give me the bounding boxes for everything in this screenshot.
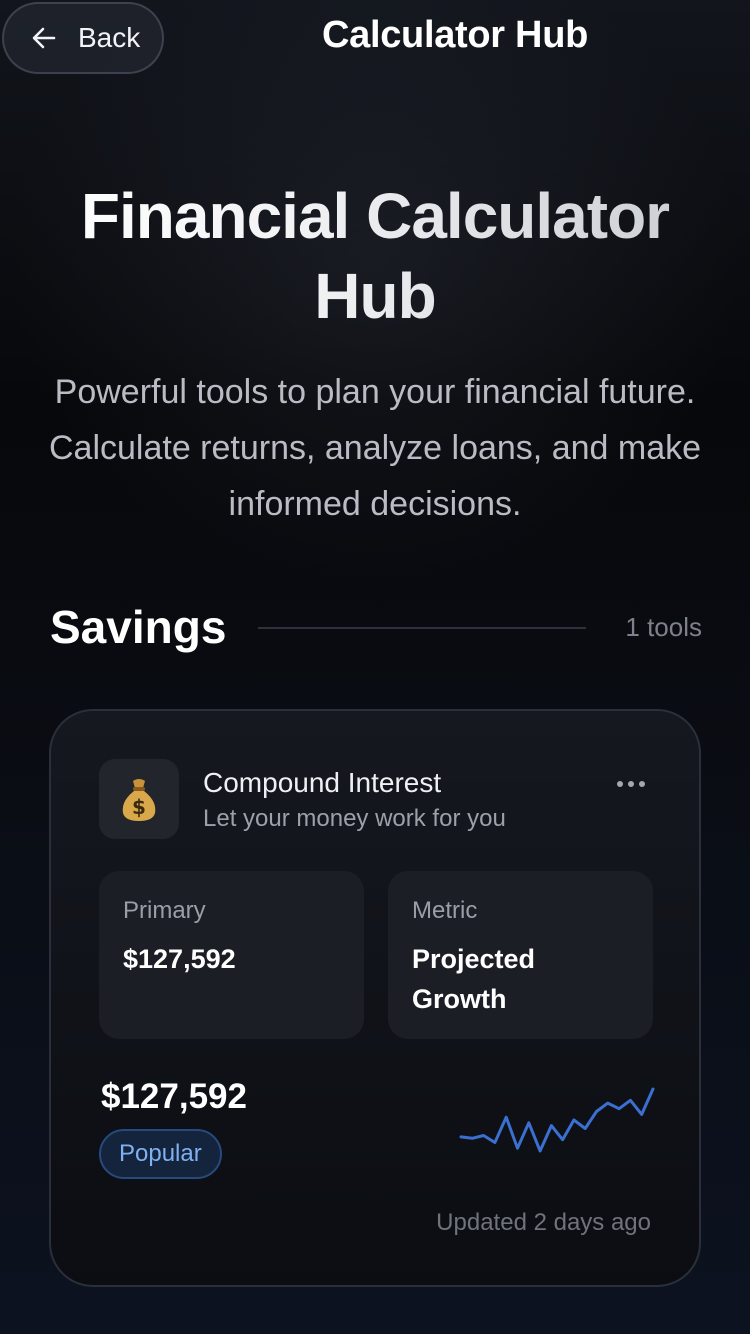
- metric-label: Metric: [412, 897, 478, 924]
- money-bag-graphic: $: [122, 779, 156, 821]
- card-title: Compound Interest: [203, 767, 442, 798]
- sparkline-chart: [459, 1087, 655, 1153]
- more-dot: [628, 781, 634, 787]
- card-subtitle: Let your money work for you: [203, 805, 506, 832]
- section-title: Savings: [50, 601, 227, 653]
- more-options-icon[interactable]: [613, 769, 649, 799]
- primary-value: $127,592: [123, 944, 236, 974]
- screen: Back Calculator Hub Financial Calculator…: [0, 0, 750, 1334]
- tool-card-compound-interest[interactable]: $ Compound Interest Let your money work …: [49, 709, 701, 1287]
- page-title: Calculator Hub: [321, 14, 589, 56]
- top-bar: Back Calculator Hub: [0, 0, 750, 76]
- more-dot: [617, 781, 623, 787]
- section-header: Savings 1 tools: [50, 600, 702, 660]
- section-divider: [258, 627, 586, 629]
- updated-timestamp: Updated 2 days ago: [436, 1209, 651, 1236]
- primary-stat-box: Primary $127,592: [99, 871, 364, 1039]
- hero-subtitle: Powerful tools to plan your financial fu…: [48, 373, 702, 523]
- primary-label: Primary: [123, 897, 206, 924]
- section-tool-count: 1 tools: [625, 612, 702, 642]
- metric-value: Projected Growth: [412, 944, 536, 1014]
- popular-badge: Popular: [99, 1129, 222, 1179]
- money-bag-icon: $: [99, 759, 179, 839]
- back-button[interactable]: Back: [2, 2, 164, 74]
- back-label: Back: [78, 22, 141, 53]
- hero-title: Financial Calculator Hub: [30, 176, 720, 336]
- headline-value: $127,592: [101, 1077, 247, 1116]
- arrow-left-icon: [32, 27, 56, 49]
- sparkline-line: [459, 1087, 655, 1153]
- money-bag-glyph: $: [132, 795, 146, 819]
- metric-stat-box: Metric Projected Growth: [388, 871, 653, 1039]
- more-dot: [639, 781, 645, 787]
